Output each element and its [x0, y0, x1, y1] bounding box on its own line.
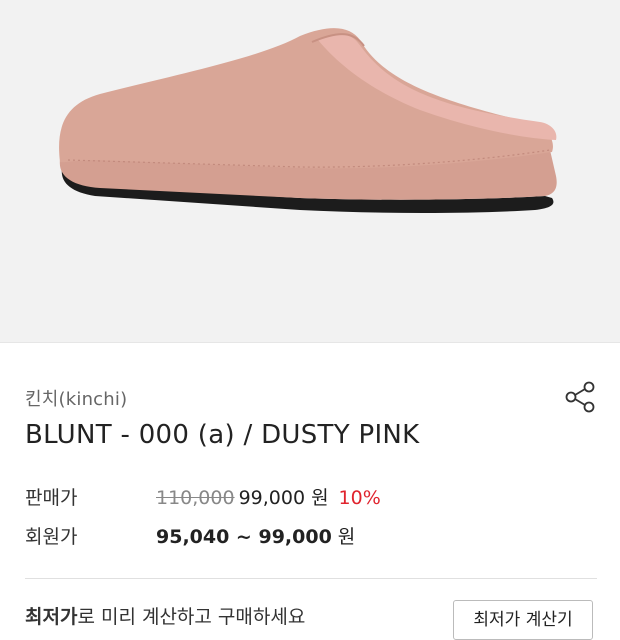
shoe-illustration [59, 28, 557, 213]
coupon-message: 최저가로 미리 계산하고 구매하세요 [25, 602, 305, 629]
product-title: BLUNT - 000 (a) / DUSTY PINK [25, 420, 420, 450]
brand-name[interactable]: 킨치(kinchi) [25, 385, 127, 411]
member-price-row: 95,040 ~ 99,000 원 [156, 522, 355, 549]
price-divider [25, 578, 597, 579]
currency-unit: 원 [311, 487, 329, 509]
product-image [0, 0, 620, 342]
share-icon[interactable] [561, 378, 599, 416]
original-price: 110,000 [156, 487, 235, 509]
sale-price-label: 판매가 [25, 487, 78, 509]
lowest-price-calculator-button[interactable]: 최저가 계산기 [453, 600, 593, 640]
sale-price-row: 110,000 99,000 원 10% [156, 483, 381, 510]
discount-badge: 10% [338, 487, 381, 509]
member-price: 95,040 ~ 99,000 [156, 526, 332, 548]
section-divider [0, 342, 620, 343]
coupon-message-rest: 로 미리 계산하고 구매하세요 [77, 606, 306, 628]
coupon-message-bold: 최저가 [25, 606, 78, 628]
member-currency-unit: 원 [337, 526, 356, 548]
member-price-label: 회원가 [25, 526, 78, 548]
sale-price: 99,000 [238, 487, 306, 509]
